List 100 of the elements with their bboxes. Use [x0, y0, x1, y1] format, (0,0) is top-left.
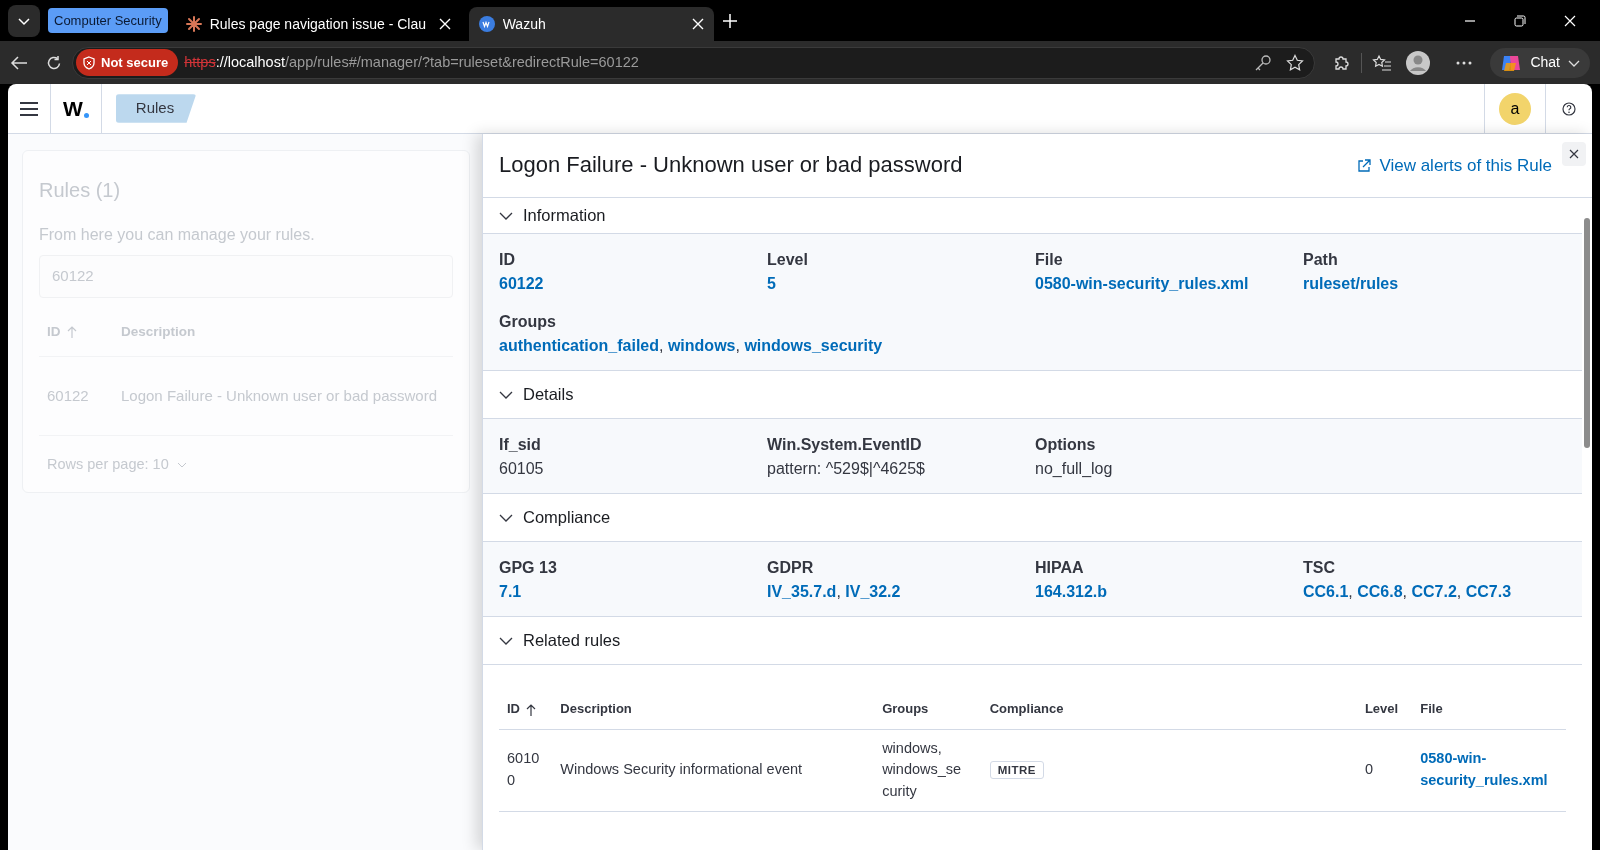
more-button[interactable] [1456, 60, 1473, 65]
menu-icon [20, 101, 38, 116]
table-cell-text: windows, windows_security [882, 738, 963, 801]
field-label: TSC [1303, 558, 1336, 578]
new-tab-button[interactable] [721, 12, 738, 29]
field-label: GDPR [767, 558, 815, 578]
scrollbar-thumb[interactable] [1584, 218, 1590, 448]
tab-close-button[interactable] [438, 18, 451, 30]
field-link[interactable]: authentication_failed [499, 337, 660, 354]
key-icon [1254, 53, 1273, 72]
spark-icon [185, 16, 202, 32]
page-subtitle: From here you can manage your rules. [39, 225, 316, 245]
field-link[interactable]: 7.1 [499, 583, 522, 600]
field-link[interactable]: windows_security [744, 337, 883, 354]
tab-close-button[interactable] [691, 18, 704, 30]
file-link[interactable]: 0580-win-security_rules.xml [1420, 748, 1558, 792]
view-alerts-link[interactable]: View alerts of this Rule [1357, 152, 1552, 179]
list-separator: , [836, 583, 842, 600]
menu-button[interactable] [20, 101, 38, 116]
field-label: HIPAA [1035, 558, 1085, 578]
close-icon [1564, 14, 1576, 27]
user-avatar[interactable]: a [1499, 92, 1531, 125]
section-header[interactable]: Information [483, 198, 1582, 234]
restore-button[interactable] [1514, 14, 1526, 27]
star-list-icon [1372, 53, 1393, 72]
list-separator: , [735, 337, 741, 354]
star-icon [1286, 53, 1305, 72]
list-separator: , [1348, 583, 1354, 600]
field-link[interactable]: 164.312.b [1035, 583, 1108, 600]
field-label: GPG 13 [499, 558, 558, 578]
column-header[interactable]: Groups [874, 685, 982, 729]
close-flyout-button[interactable] [1562, 142, 1586, 166]
puzzle-icon [1333, 53, 1352, 72]
field-link[interactable]: CC7.2 [1411, 583, 1457, 600]
column-header[interactable]: Level [1356, 685, 1413, 729]
help-icon [1562, 101, 1576, 116]
sort-arrow-icon [66, 325, 77, 338]
field-link[interactable]: IV_35.7.d [767, 583, 837, 600]
tab-menu-button[interactable] [8, 4, 40, 37]
column-header[interactable]: Description [552, 685, 875, 729]
table-cell-text: 60100 [507, 749, 541, 791]
profile-button[interactable] [1406, 50, 1431, 75]
field-link[interactable]: CC6.1 [1303, 583, 1349, 600]
favorite-button[interactable] [1286, 53, 1305, 72]
close-icon [1569, 149, 1579, 159]
tab-group-label[interactable]: Computer Security [48, 7, 168, 34]
sort-arrow-icon [526, 703, 536, 716]
field-link[interactable]: 0580-win-security_rules.xml [1035, 275, 1249, 292]
back-arrow-icon [10, 54, 28, 71]
restore-icon [1514, 14, 1526, 27]
compliance-tag: MITRE [989, 761, 1044, 780]
address-bar[interactable]: Not secure https://localhost/app/rules#/manager/?tab=ruleset&redirectRule=60122 [72, 46, 1316, 79]
browser-tab[interactable]: Wazuh [468, 7, 714, 41]
table-cell: Windows Security informational event [552, 729, 875, 812]
help-button[interactable] [1562, 101, 1576, 116]
section-header[interactable]: Compliance [483, 494, 1582, 542]
profile-avatar-icon [1406, 50, 1431, 75]
chevron-down-icon [176, 461, 187, 470]
close-window-button[interactable] [1564, 14, 1576, 27]
password-key-button[interactable] [1254, 53, 1273, 72]
external-link-icon [1357, 158, 1372, 173]
field-link[interactable]: 5 [767, 275, 776, 292]
tab-title: Rules page navigation issue - Clau [209, 14, 427, 34]
field-label: Win.System.EventID [767, 435, 923, 455]
field-link[interactable]: ruleset/rules [1303, 275, 1399, 292]
more-icon [1456, 60, 1473, 65]
breadcrumb-link[interactable]: Rules [115, 94, 197, 123]
security-badge[interactable]: Not secure [76, 48, 179, 77]
favorites-button[interactable] [1372, 53, 1393, 72]
field-link[interactable]: 60122 [499, 275, 544, 292]
close-icon [438, 18, 451, 30]
field-label: ID [499, 250, 516, 270]
list-separator: , [1456, 583, 1463, 600]
field-link[interactable]: windows [667, 337, 736, 354]
field-label: Level [767, 250, 809, 270]
field-label: Options [1035, 435, 1097, 455]
section-header[interactable]: Details [483, 371, 1582, 419]
field-label: File [1035, 250, 1064, 270]
field-link[interactable]: CC6.8 [1357, 583, 1403, 600]
extensions-button[interactable] [1333, 53, 1352, 72]
field-label: If_sid [499, 435, 542, 455]
field-link[interactable]: CC7.3 [1465, 583, 1512, 600]
reload-button[interactable] [46, 54, 62, 71]
browser-tab[interactable]: Rules page navigation issue - Clau [175, 7, 461, 41]
column-header[interactable]: ID [499, 685, 553, 729]
column-header[interactable]: Compliance [981, 685, 1357, 729]
field-value: no_full_log [1035, 460, 1113, 477]
reload-icon [46, 54, 62, 71]
chat-button[interactable]: Chat [1490, 47, 1590, 78]
url-text: https://localhost/app/rules#/manager/?tab=ruleset&redirectRule=60122 [184, 52, 639, 72]
section-header[interactable]: Related rules [483, 617, 1582, 665]
back-button[interactable] [10, 54, 28, 71]
list-separator: , [1402, 583, 1409, 600]
tab-title: Wazuh [502, 14, 547, 34]
field-link[interactable]: IV_32.2 [845, 583, 901, 600]
shield-icon [82, 55, 96, 70]
column-header[interactable]: File [1412, 685, 1566, 729]
field-value: pattern: ^529$|^4625$ [767, 460, 925, 477]
close-icon [691, 18, 704, 30]
app-logo[interactable]: W [63, 92, 89, 125]
